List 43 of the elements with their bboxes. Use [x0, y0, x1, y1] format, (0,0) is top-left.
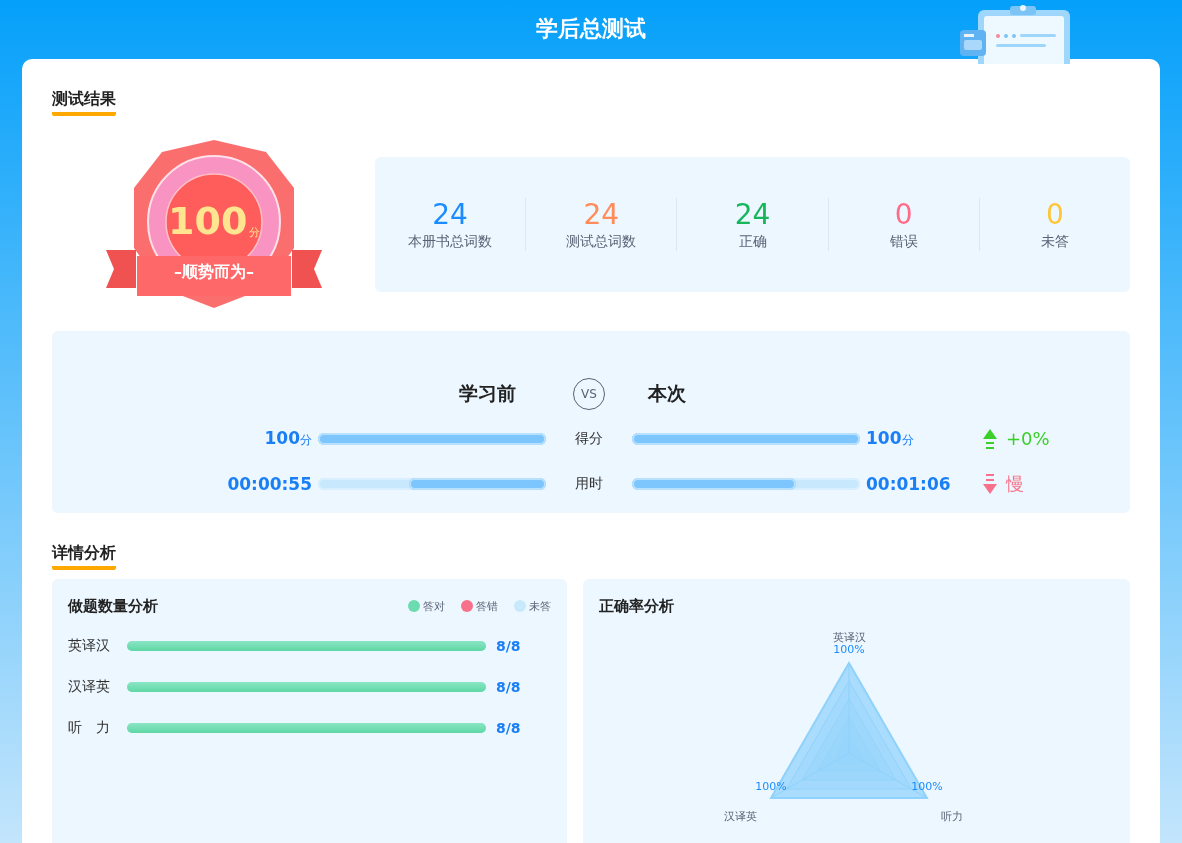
axis-label: 汉译英 — [724, 810, 758, 823]
card-title: 正确率分析 — [599, 596, 674, 616]
before-value: 100分 — [263, 428, 313, 449]
count-value: 8/8 — [496, 719, 521, 736]
score-value: 100 — [168, 202, 248, 240]
before-value: 00:00:55 — [226, 473, 313, 494]
axis-label: 英译汉 — [832, 631, 866, 644]
legend-label: 答对 — [423, 598, 445, 614]
after-value: 100分 — [865, 428, 915, 449]
section-heading: 详情分析 — [52, 543, 116, 570]
page-title: 学后总测试 — [536, 15, 646, 43]
value-label: 100% — [833, 643, 865, 656]
axis-label: 听力 — [940, 810, 963, 823]
motto-text: –顺势而为– — [173, 262, 255, 283]
row-label: 英译汉 — [68, 636, 111, 655]
stat-value: 24 — [432, 197, 468, 231]
column-title: 本次 — [646, 380, 687, 406]
after-value: 00:01:06 — [865, 473, 952, 494]
row-label: 汉译英 — [68, 677, 111, 696]
stat-label: 未答 — [1040, 232, 1069, 251]
row-label: 用时 — [574, 474, 604, 493]
trend-text: 慢 — [1006, 471, 1024, 496]
stat-value: 24 — [734, 197, 771, 231]
legend-label: 未答 — [529, 598, 551, 614]
row-label: 得分 — [574, 429, 604, 448]
stat-value: 0 — [1046, 197, 1064, 231]
section-heading: 测试结果 — [52, 89, 116, 116]
stat-label: 测试总词数 — [566, 232, 637, 251]
stat-value: 0 — [894, 197, 913, 231]
trend-text: +0% — [1006, 428, 1050, 449]
stat-value: 24 — [583, 197, 620, 231]
score-unit: 分 — [249, 225, 261, 240]
card-title: 做题数量分析 — [68, 596, 158, 616]
legend-label: 答错 — [476, 598, 498, 614]
stat-label: 正确 — [738, 232, 767, 251]
count-value: 8/8 — [496, 678, 521, 695]
value-label: 100% — [911, 780, 943, 793]
stat-label: 本册书总词数 — [408, 232, 493, 251]
count-value: 8/8 — [496, 637, 521, 654]
column-title: 学习前 — [458, 380, 517, 406]
value-label: 100% — [755, 780, 787, 793]
stat-label: 错误 — [889, 232, 918, 251]
row-label: 听 力 — [68, 718, 111, 737]
